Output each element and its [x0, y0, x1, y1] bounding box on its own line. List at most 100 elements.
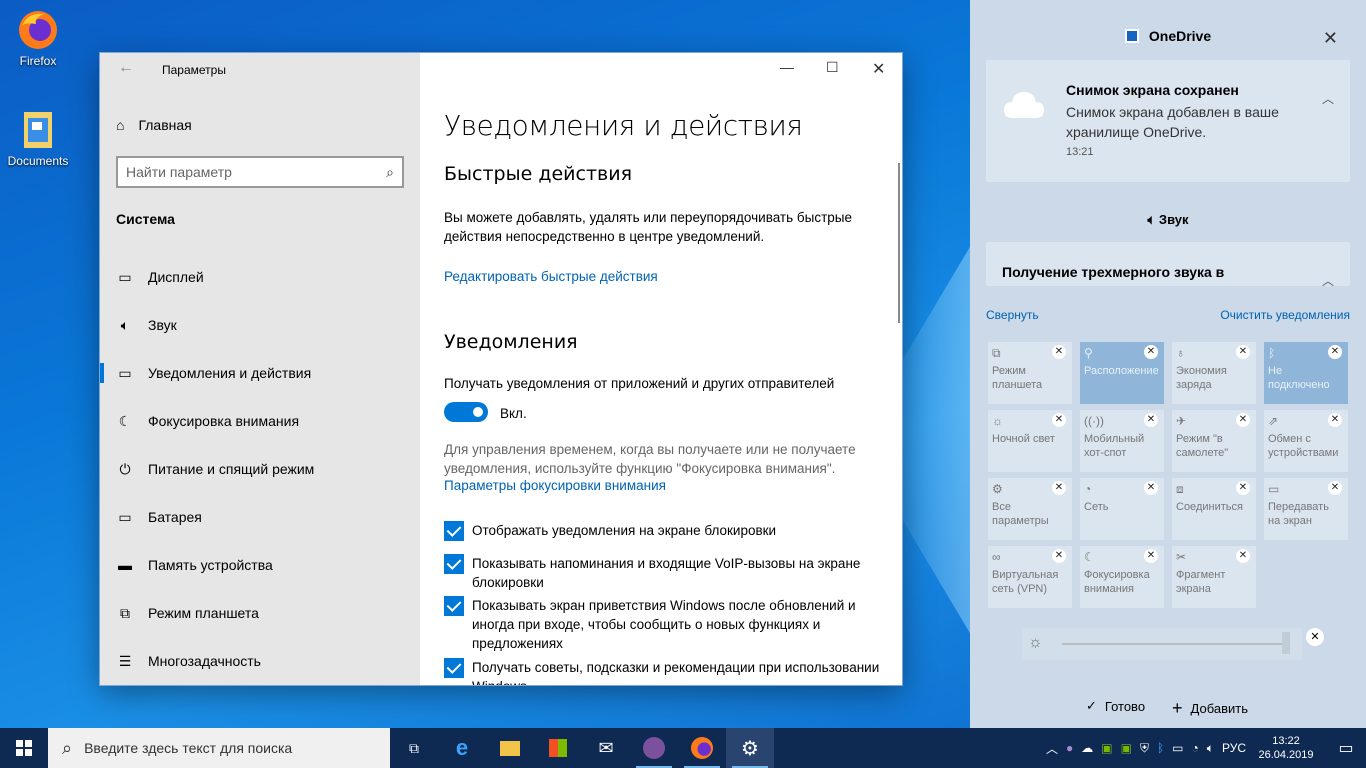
focus-settings-link[interactable]: Параметры фокусировки внимания [444, 478, 666, 493]
maximize-icon[interactable]: ☐ [826, 59, 839, 76]
slider-thumb[interactable] [1282, 632, 1290, 654]
store-button[interactable] [534, 728, 582, 768]
mail-button[interactable]: ✉ [582, 728, 630, 768]
nav-item-display[interactable]: ▭ Дисплей [100, 253, 420, 301]
tile-tablet-mode[interactable]: ⧉ Режим планшета ✕ [988, 342, 1072, 404]
unpin-icon[interactable]: ✕ [1052, 481, 1066, 495]
unpin-icon[interactable]: ✕ [1144, 481, 1158, 495]
tile-airplane[interactable]: ✈ Режим "в самолете" ✕ [1172, 410, 1256, 472]
close-icon[interactable]: ✕ [872, 59, 885, 79]
bluetooth-icon[interactable]: ᛒ [1157, 741, 1164, 755]
tile-location[interactable]: ⚲ Расположение ✕ [1080, 342, 1164, 404]
tile-label: Режим планшета [992, 365, 1043, 391]
checkbox-label: Получать советы, подсказки и рекомендаци… [472, 660, 880, 685]
edge-button[interactable]: e [438, 728, 486, 768]
settings-button[interactable]: ⚙ [726, 728, 774, 768]
speaker-icon: 🔈︎ [1147, 212, 1159, 227]
notifications-toggle[interactable] [444, 402, 488, 422]
unpin-icon[interactable]: ✕ [1306, 628, 1324, 646]
nav-item-sound[interactable]: 🔈︎ Звук [100, 301, 420, 349]
volume-icon[interactable]: 🔈︎ [1207, 741, 1214, 756]
checkbox-welcome[interactable]: Показывать экран приветствия Windows пос… [444, 596, 884, 653]
tile-connect[interactable]: ⧈ Соединиться ✕ [1172, 478, 1256, 540]
chevron-up-icon[interactable]: ︿ [1046, 740, 1058, 757]
edit-quick-actions-link[interactable]: Редактировать быстрые действия [444, 269, 658, 284]
wifi-icon[interactable]: ◔ [1192, 741, 1199, 755]
tile-network[interactable]: ◔ Сеть ✕ [1080, 478, 1164, 540]
battery-icon[interactable]: ▭ [1172, 741, 1183, 755]
nav-item-tablet[interactable]: ⧉ Режим планшета [100, 589, 420, 637]
nav-item-battery[interactable]: ▭ Батарея [100, 493, 420, 541]
unpin-icon[interactable]: ✕ [1236, 549, 1250, 563]
nav-item-focus[interactable]: ☾ Фокусировка внимания [100, 397, 420, 445]
onedrive-tray-icon[interactable]: ☁ [1081, 741, 1093, 755]
tile-vpn[interactable]: ∞ Виртуальная сеть (VPN) ✕ [988, 546, 1072, 608]
tile-project[interactable]: ▭ Передавать на экран ✕ [1264, 478, 1348, 540]
unpin-icon[interactable]: ✕ [1236, 345, 1250, 359]
unpin-icon[interactable]: ✕ [1236, 413, 1250, 427]
defender-icon[interactable]: ⛨ [1140, 741, 1149, 756]
notifications-toggle-label: Получать уведомления от приложений и дру… [444, 376, 835, 391]
unpin-icon[interactable]: ✕ [1144, 549, 1158, 563]
unpin-icon[interactable]: ✕ [1052, 413, 1066, 427]
task-view-button[interactable]: ⧉ [390, 728, 438, 768]
settings-search-input[interactable]: Найти параметр ⌕ [116, 156, 404, 188]
back-arrow-icon[interactable]: ← [118, 59, 134, 77]
collapse-link[interactable]: Свернуть [986, 308, 1039, 322]
tile-focus-assist[interactable]: ☾ Фокусировка внимания ✕ [1080, 546, 1164, 608]
unpin-icon[interactable]: ✕ [1144, 345, 1158, 359]
minimize-icon[interactable]: — [780, 59, 794, 75]
checkbox-tips[interactable]: Получать советы, подсказки и рекомендаци… [444, 658, 884, 685]
unpin-icon[interactable]: ✕ [1328, 345, 1342, 359]
brightness-slider[interactable]: ☼ [1022, 628, 1302, 660]
tile-bluetooth[interactable]: ᛒ Не подключено ✕ [1264, 342, 1348, 404]
tile-all-settings[interactable]: ⚙ Все параметры ✕ [988, 478, 1072, 540]
unpin-icon[interactable]: ✕ [1328, 413, 1342, 427]
chevron-up-icon[interactable]: ︿ [1322, 272, 1334, 286]
desktop-icon-firefox[interactable]: Firefox [0, 8, 76, 68]
checkbox[interactable] [444, 658, 464, 678]
nav-item-notifications[interactable]: ▭ Уведомления и действия [100, 349, 420, 397]
tile-screen-snip[interactable]: ✂ Фрагмент экрана ✕ [1172, 546, 1256, 608]
scrollbar[interactable] [898, 163, 900, 323]
file-explorer-button[interactable] [486, 728, 534, 768]
close-icon[interactable]: ✕ [1323, 28, 1338, 49]
action-center-icon[interactable]: ▭ [1326, 738, 1366, 758]
unpin-icon[interactable]: ✕ [1144, 413, 1158, 427]
viber-tray-icon[interactable]: ● [1066, 741, 1073, 755]
nav-home[interactable]: ⌂ Главная [116, 117, 192, 133]
checkbox-lock-screen[interactable]: Отображать уведомления на экране блокиро… [444, 521, 884, 541]
checkbox-voip[interactable]: Показывать напоминания и входящие VoIP-в… [444, 554, 884, 592]
nvidia-icon[interactable]: ▣ [1101, 741, 1112, 755]
clear-notifications-link[interactable]: Очистить уведомления [1220, 308, 1350, 322]
nav-item-storage[interactable]: ▬ Память устройства [100, 541, 420, 589]
tile-battery-saver[interactable]: ♁ Экономия заряда ✕ [1172, 342, 1256, 404]
add-button[interactable]: + Добавить [1172, 698, 1248, 719]
viber-button[interactable] [630, 728, 678, 768]
language-indicator[interactable]: РУС [1222, 741, 1246, 755]
notification-card[interactable]: Получение трехмерного звука в ︿ [986, 242, 1350, 286]
start-button[interactable] [0, 728, 48, 768]
checkbox[interactable] [444, 554, 464, 574]
unpin-icon[interactable]: ✕ [1052, 549, 1066, 563]
firefox-button[interactable] [678, 728, 726, 768]
nvidia-icon[interactable]: ▣ [1121, 741, 1132, 755]
checkbox[interactable] [444, 521, 464, 541]
nav-item-power[interactable]: ⏻ Питание и спящий режим [100, 445, 420, 493]
unpin-icon[interactable]: ✕ [1052, 345, 1066, 359]
tile-hotspot[interactable]: ((·)) Мобильный хот-спот ✕ [1080, 410, 1164, 472]
done-button[interactable]: ✓ Готово [1086, 698, 1145, 714]
brightness-icon: ☼ [1028, 634, 1043, 651]
notification-card[interactable]: Снимок экрана сохранен Снимок экрана доб… [986, 60, 1350, 182]
clock[interactable]: 13:22 26.04.2019 [1254, 734, 1318, 762]
nav-item-multitask[interactable]: ☰ Многозадачность [100, 637, 420, 685]
tile-night-light[interactable]: ☼ Ночной свет ✕ [988, 410, 1072, 472]
taskbar-search-input[interactable]: ⌕ Введите здесь текст для поиска [48, 728, 390, 768]
unpin-icon[interactable]: ✕ [1328, 481, 1342, 495]
checkbox[interactable] [444, 596, 464, 616]
desktop-icon-documents[interactable]: Documents [0, 108, 76, 168]
chevron-up-icon[interactable]: ︿ [1322, 90, 1334, 107]
tile-nearby-share[interactable]: ⇗ Обмен с устройствами ✕ [1264, 410, 1348, 472]
nav-label: Режим планшета [148, 605, 259, 621]
unpin-icon[interactable]: ✕ [1236, 481, 1250, 495]
